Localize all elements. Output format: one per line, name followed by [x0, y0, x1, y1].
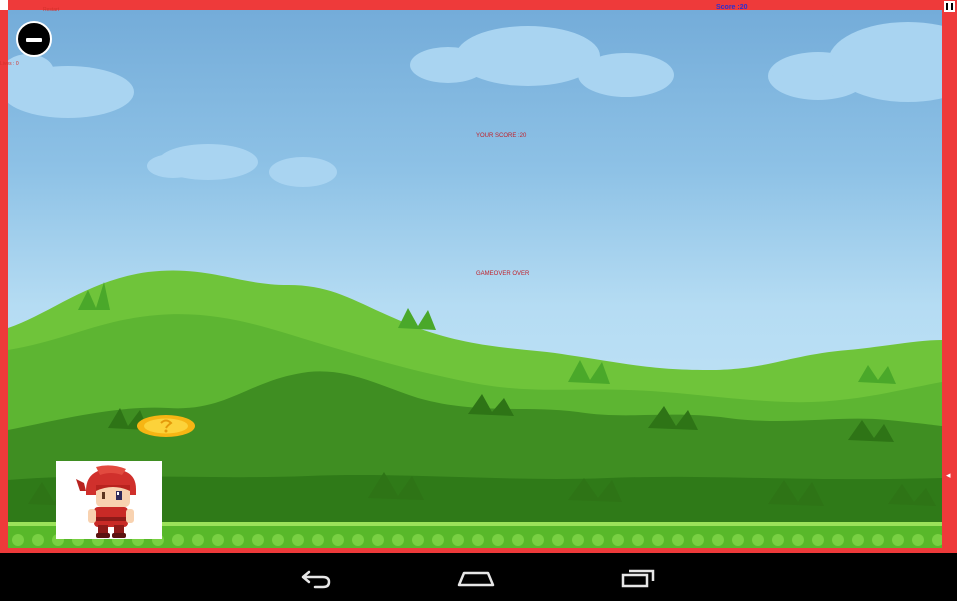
system-navigation-bar — [0, 553, 957, 601]
score-display: Score :20 — [716, 4, 748, 11]
pause-icon[interactable] — [944, 1, 955, 12]
corner-marker — [0, 0, 8, 10]
restart-label[interactable]: Restart — [43, 7, 59, 14]
recents-icon[interactable] — [618, 561, 658, 593]
lives-counter: Lives : 0 — [0, 61, 19, 67]
gold-coin — [137, 415, 195, 437]
home-icon[interactable] — [456, 561, 496, 593]
player-character — [56, 461, 162, 539]
game-frame: Restart Lives : 0 Score :20 YOUR SCORE :… — [0, 0, 957, 553]
clouds — [8, 22, 942, 187]
final-score-message: YOUR SCORE :20 — [476, 133, 527, 139]
arrow-left-icon: ◂ — [946, 470, 951, 480]
game-over-message: GAMEOVER OVER — [476, 271, 530, 277]
minus-circle-icon[interactable] — [16, 21, 52, 57]
back-icon[interactable] — [295, 561, 335, 593]
